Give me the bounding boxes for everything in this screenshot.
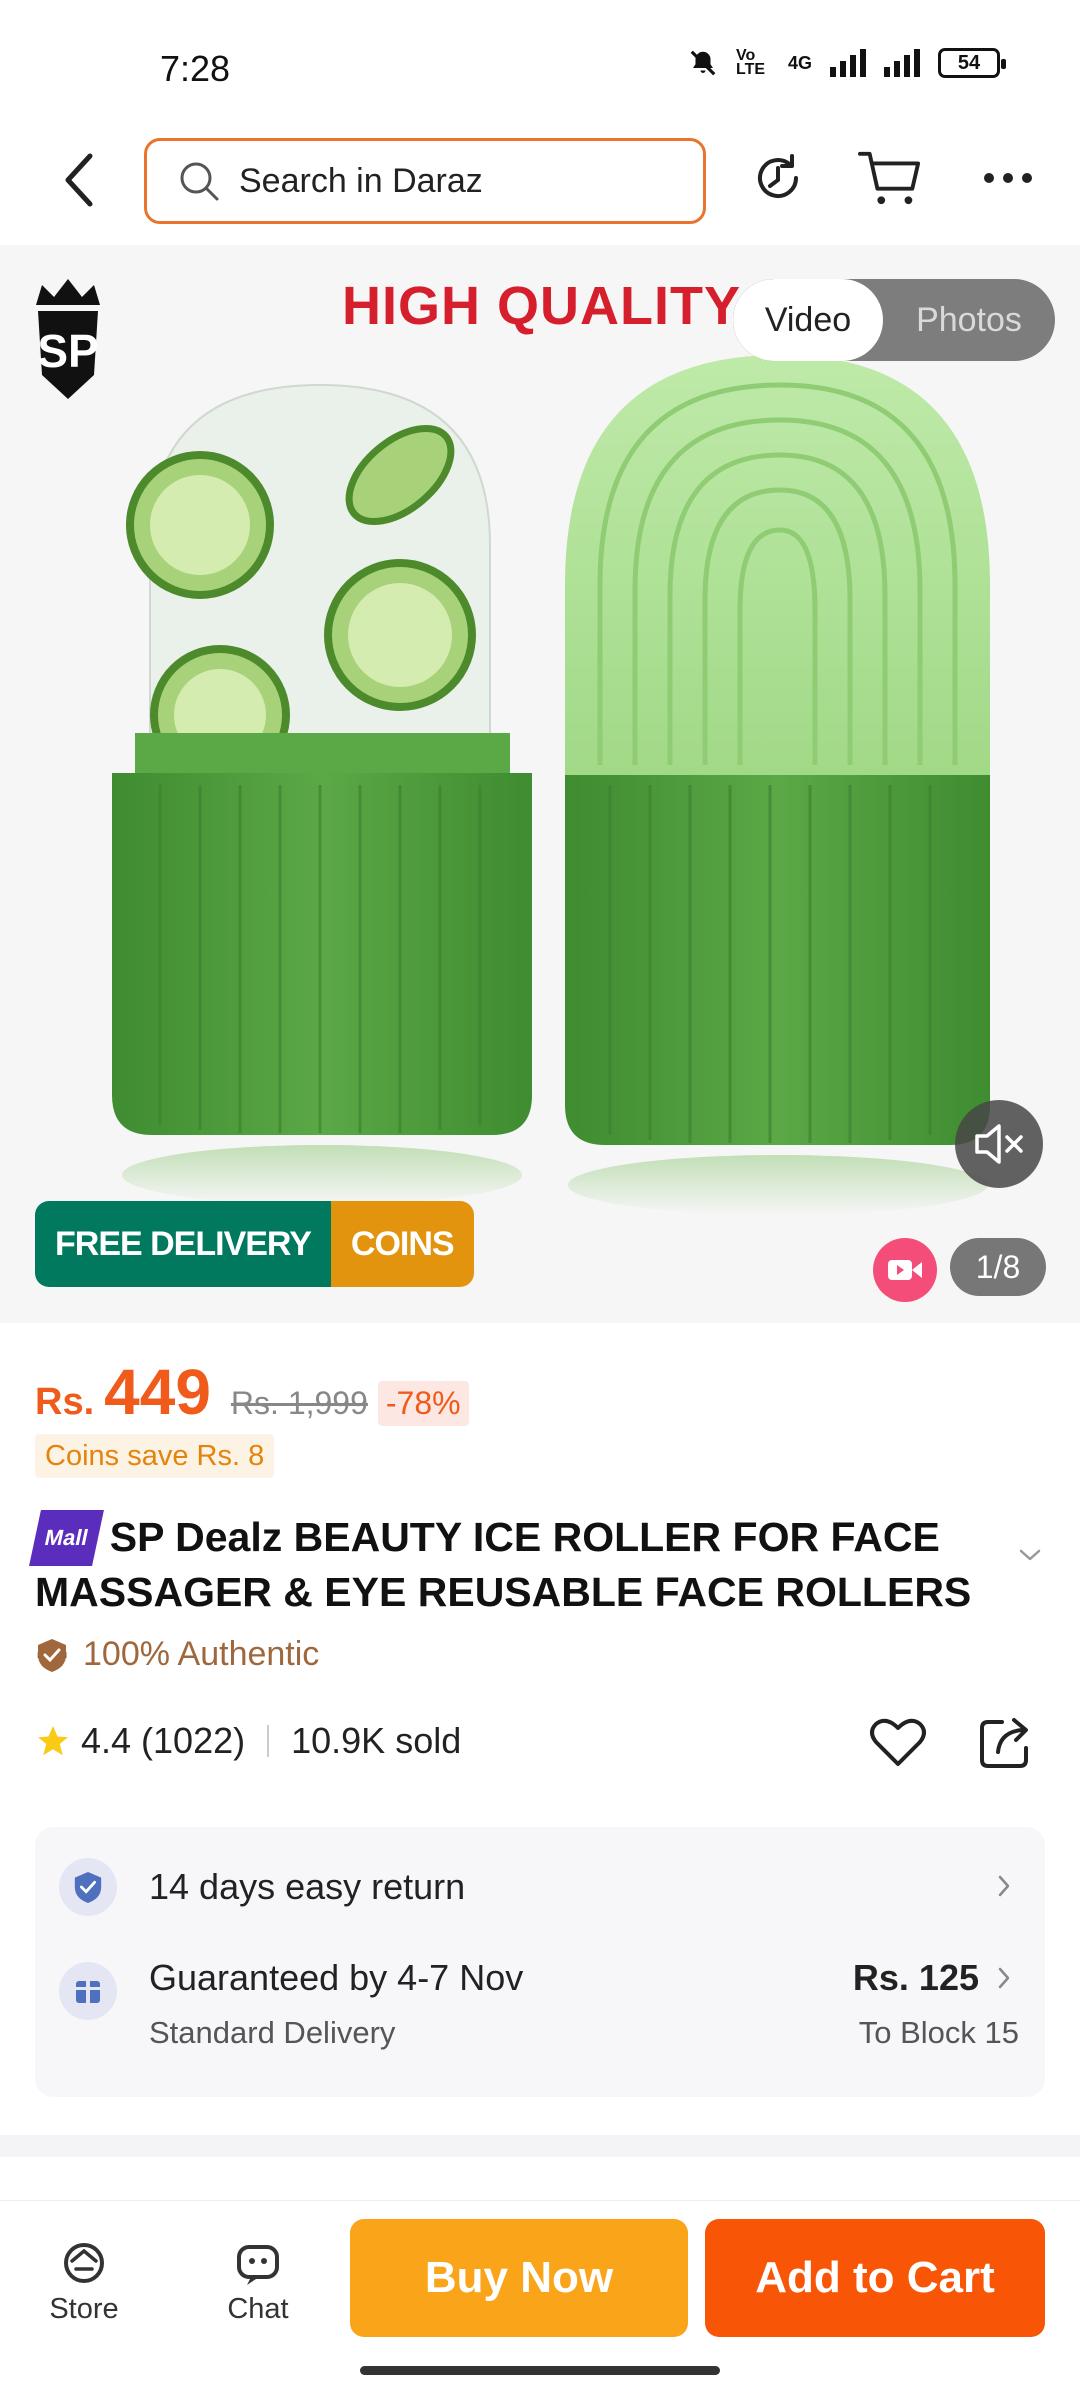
refresh-history-icon	[758, 154, 798, 199]
signal-2-icon	[884, 49, 920, 77]
divider	[267, 1725, 270, 1757]
discount-badge: -78%	[377, 1381, 469, 1426]
rating-count: (1022)	[141, 1720, 246, 1761]
return-text: 14 days easy return	[149, 1866, 466, 1907]
coins-save-tag: Coins save Rs. 8	[35, 1434, 275, 1478]
authentic-label: 100% Authentic	[83, 1635, 320, 1673]
speaker-muted-icon	[975, 1124, 1023, 1164]
share-icon[interactable]	[976, 1712, 1036, 1772]
network-type: 4G	[787, 52, 812, 73]
return-policy-row[interactable]: 14 days easy return	[59, 1847, 1019, 1927]
battery-icon: 54	[938, 48, 1006, 78]
crown-logo-icon: SP	[36, 279, 100, 399]
current-price: 449	[104, 1356, 211, 1428]
top-navigation: Search in Daraz	[0, 130, 1080, 245]
authentic-tag: 100% Authentic	[35, 1635, 319, 1674]
product-gallery[interactable]: SP HIGH QUALITY Video Photos FREE DELIVE…	[0, 245, 1080, 1323]
video-indicator[interactable]	[873, 1238, 937, 1302]
buy-now-button[interactable]: Buy Now	[350, 2219, 688, 2337]
tab-photos[interactable]: Photos	[883, 279, 1055, 361]
store-icon	[64, 2243, 104, 2283]
logo-text: SP	[37, 325, 98, 377]
home-indicator[interactable]	[360, 2366, 720, 2375]
volte-icon: Vo LTE	[735, 47, 766, 78]
status-time: 7:28	[160, 48, 231, 89]
mall-badge: Mall	[29, 1510, 104, 1566]
coins-badge: COINS	[330, 1201, 474, 1287]
rating-value: 4.4	[81, 1720, 132, 1761]
currency-label: Rs.	[35, 1381, 95, 1423]
store-label: Store	[49, 2293, 119, 2325]
chat-label: Chat	[227, 2293, 289, 2325]
mute-notifications-icon	[690, 50, 716, 76]
back-button[interactable]	[50, 150, 110, 210]
more-options-button[interactable]	[976, 146, 1040, 210]
delivery-row[interactable]: Guaranteed by 4-7 Nov Standard Delivery …	[59, 1957, 1019, 2067]
mute-button[interactable]	[955, 1100, 1043, 1188]
delivery-title: Guaranteed by 4-7 Nov	[149, 1957, 524, 1998]
price-row: Rs. 449 Rs. 1,999 -78%	[35, 1355, 469, 1429]
brand-logo: SP	[28, 275, 108, 403]
banner-text: HIGH QUALITY	[342, 276, 741, 336]
service-info-card: 14 days easy return Guaranteed by 4-7 No…	[35, 1827, 1045, 2097]
product-image	[112, 355, 990, 1215]
delivery-price: Rs. 125	[852, 1957, 979, 1998]
cart-icon	[858, 151, 921, 205]
chat-bot-icon	[237, 2245, 279, 2285]
return-badge	[59, 1858, 117, 1916]
chat-button[interactable]: Chat	[198, 2239, 318, 2326]
history-button[interactable]	[746, 146, 810, 210]
delivery-badge	[59, 1962, 117, 2020]
delivery-location: To Block 15	[858, 2015, 1019, 2050]
sold-count: 10.9K sold	[291, 1720, 462, 1761]
star-icon	[38, 1726, 68, 1756]
search-placeholder: Search in Daraz	[239, 161, 483, 200]
video-camera-icon	[888, 1260, 922, 1280]
more-dots-icon	[984, 173, 1032, 183]
search-bar[interactable]: Search in Daraz	[144, 138, 706, 224]
status-icons: Vo LTE 4G 54	[688, 47, 1006, 78]
store-button[interactable]: Store	[24, 2239, 144, 2326]
wishlist-heart-icon[interactable]	[868, 1712, 928, 1772]
original-price: Rs. 1,999	[230, 1385, 368, 1421]
chevron-right-icon	[998, 1875, 1010, 1897]
image-counter: 1/8	[950, 1238, 1046, 1296]
section-divider	[0, 2135, 1080, 2157]
battery-level: 54	[957, 51, 981, 74]
media-tabs: Video Photos	[733, 279, 1055, 361]
chevron-right-icon	[998, 1967, 1010, 1989]
package-icon	[76, 1981, 100, 2003]
add-to-cart-button[interactable]: Add to Cart	[705, 2219, 1045, 2337]
status-bar: 7:28 Vo LTE 4G 54	[0, 0, 1080, 130]
tab-video[interactable]: Video	[733, 279, 883, 361]
chevron-left-icon	[65, 153, 93, 207]
signal-1-icon	[830, 49, 866, 77]
search-icon	[180, 162, 219, 201]
shield-check-icon	[74, 1871, 102, 1903]
delivery-type: Standard Delivery	[149, 2015, 396, 2050]
chevron-down-icon[interactable]	[1015, 1540, 1045, 1570]
shield-check-icon	[38, 1638, 66, 1672]
free-delivery-badge: FREE DELIVERY	[35, 1201, 331, 1287]
promo-badges: FREE DELIVERY COINS	[35, 1201, 474, 1287]
rating-row[interactable]: 4.4 (1022) 10.9K sold	[35, 1720, 461, 1762]
cart-button[interactable]	[858, 146, 922, 210]
